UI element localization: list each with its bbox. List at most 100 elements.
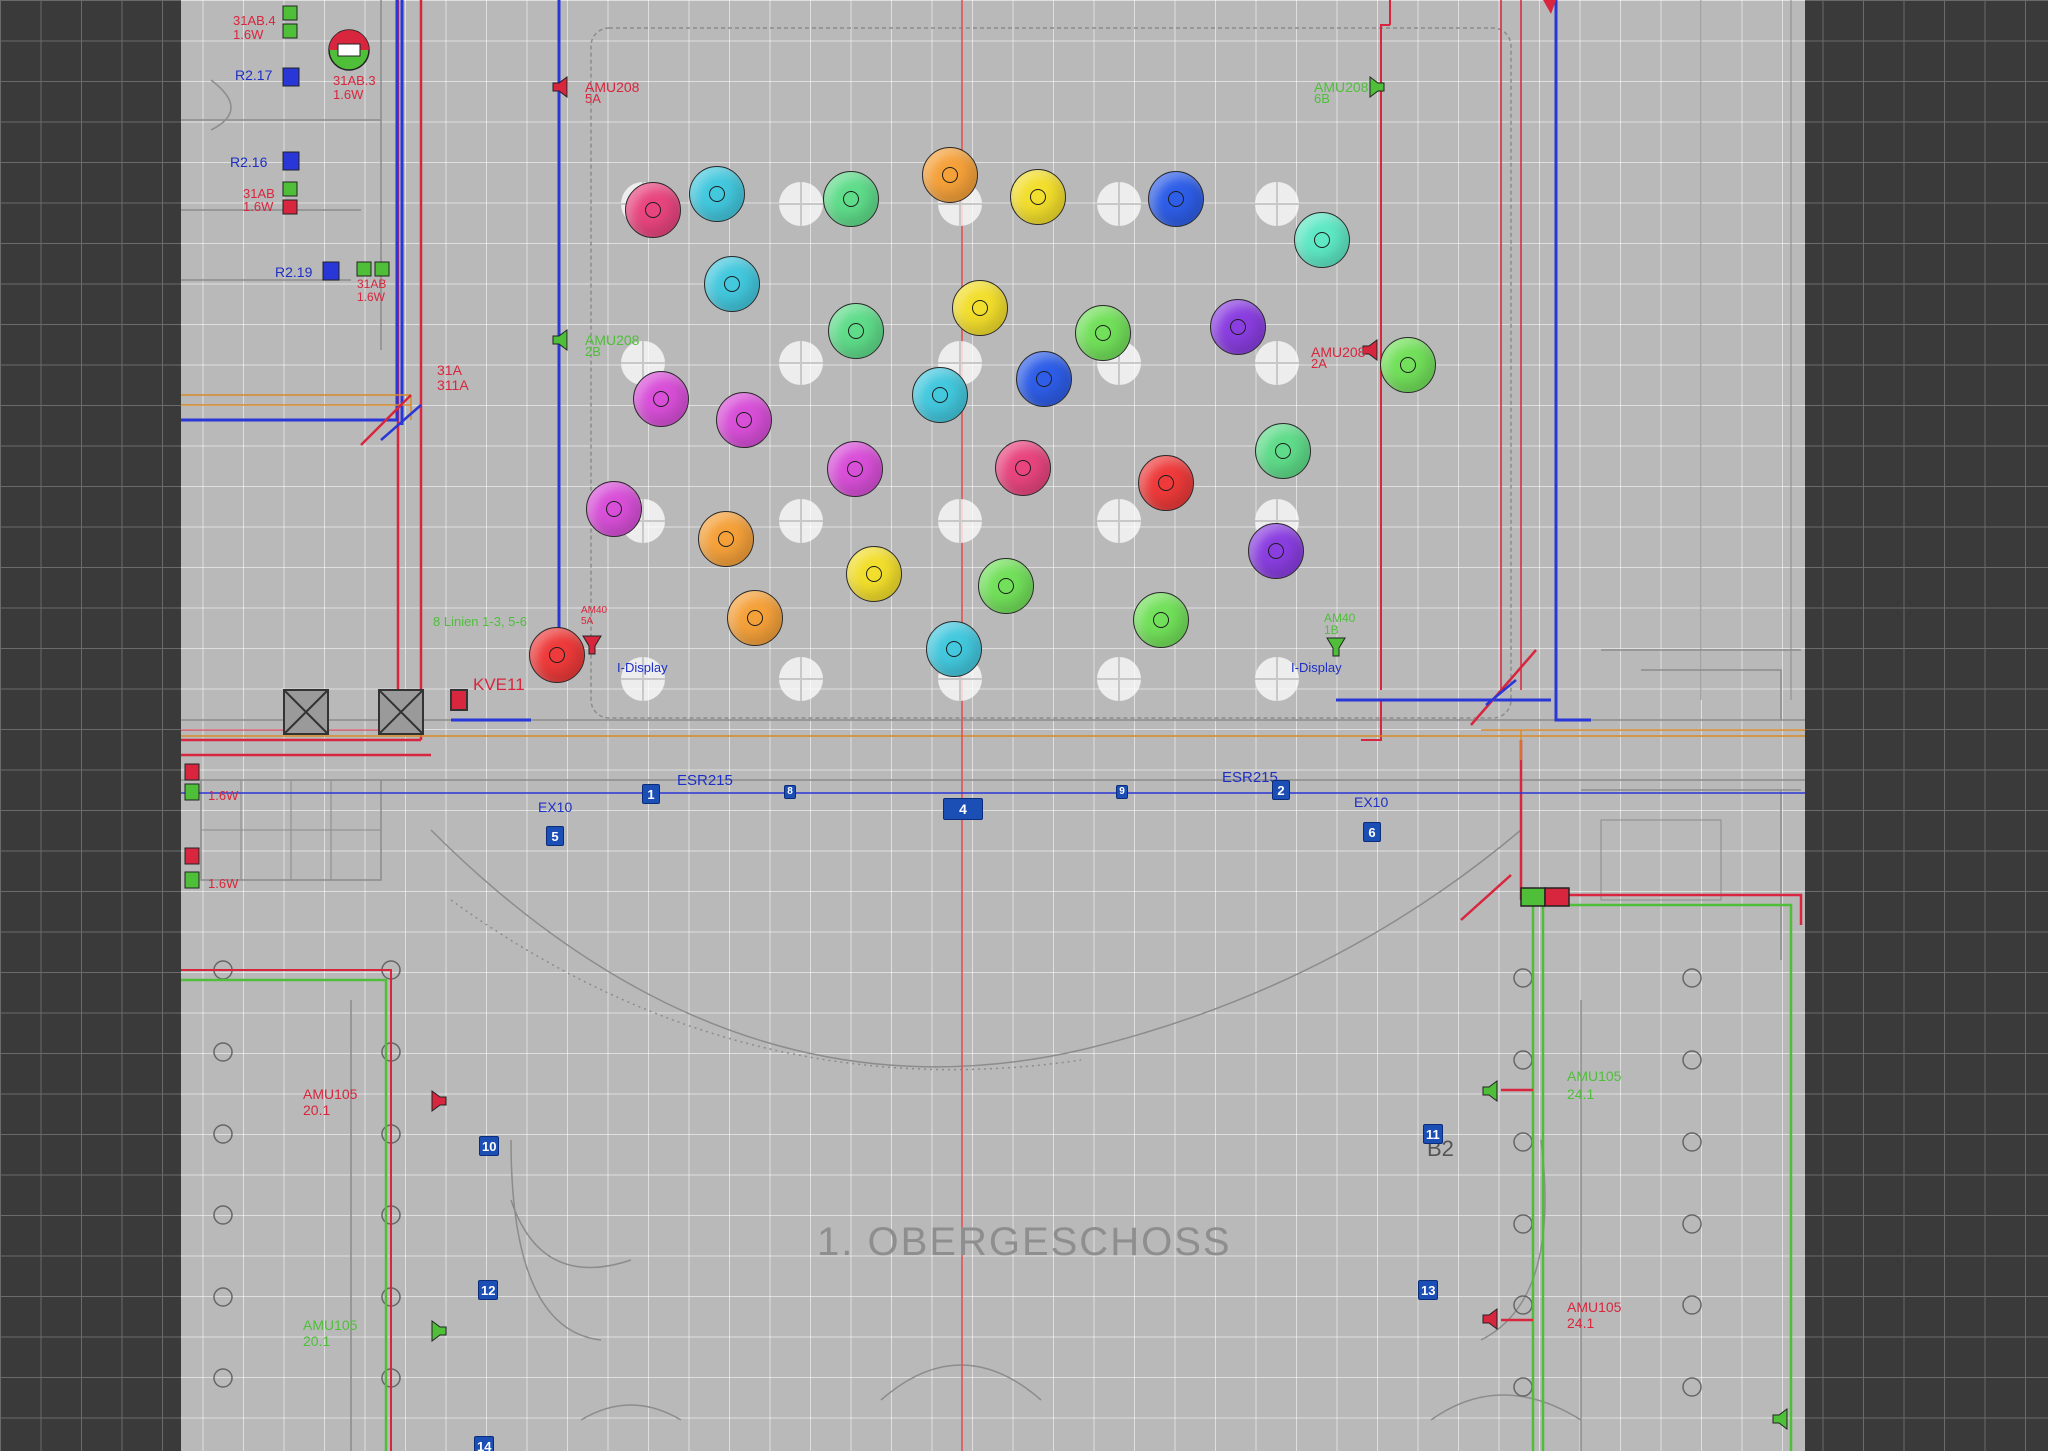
marker-10[interactable]: 10 [479, 1136, 500, 1156]
sensor-bubble-yellow[interactable] [846, 546, 902, 602]
speaker-green-icon [552, 329, 568, 351]
sensor-bubble-red[interactable] [1138, 455, 1194, 511]
marker-1[interactable]: 1 [642, 784, 660, 804]
floor-plan-sheet[interactable]: 31AB.4 1.6W R2.17 31AB.3 1.6W R2.16 31AB… [181, 0, 1805, 1451]
marker-6[interactable]: 6 [1363, 822, 1381, 842]
label-r219: R2.19 [275, 264, 313, 280]
bubble-core [1268, 543, 1284, 559]
sensor-bubble-pink[interactable] [625, 182, 681, 238]
placement-circle [1097, 657, 1141, 701]
marker-13[interactable]: 13 [1418, 1280, 1439, 1300]
marker-12[interactable]: 12 [478, 1280, 499, 1300]
speaker-red-icon [552, 76, 568, 98]
bubble-core [1095, 325, 1111, 341]
bubble-core [1030, 189, 1046, 205]
label-linien: 8 Linien 1-3, 5-6 [433, 614, 527, 629]
sensor-bubble-cyan[interactable] [704, 256, 760, 312]
label-esr215: ESR215 [677, 772, 733, 789]
label-16w: 1.6W [243, 199, 274, 214]
placement-circle [1255, 182, 1299, 226]
sensor-bubble-yellow[interactable] [1010, 169, 1066, 225]
sensor-bubble-lime[interactable] [1133, 592, 1189, 648]
label-1b: 1B [1324, 623, 1339, 637]
label-amu105: AMU105 [303, 1086, 358, 1102]
sensor-bubble-orange[interactable] [922, 147, 978, 203]
bubble-core [1158, 475, 1174, 491]
sensor-bubble-magenta[interactable] [716, 392, 772, 448]
marker-11[interactable]: 11 [1423, 1124, 1443, 1144]
sensor-bubble-blue[interactable] [1016, 351, 1072, 407]
sensor-bubble-magenta[interactable] [586, 481, 642, 537]
sensor-bubble-purple[interactable] [1248, 523, 1304, 579]
label-display: I-Display [617, 660, 668, 675]
marker-8[interactable]: 8 [784, 785, 796, 799]
speaker-red-icon [1482, 1308, 1498, 1330]
bubble-core [847, 461, 863, 477]
marker-4[interactable]: 4 [943, 798, 983, 820]
sensor-bubble-magenta[interactable] [827, 441, 883, 497]
sensor-bubble-yellow[interactable] [952, 280, 1008, 336]
bubble-core [1153, 612, 1169, 628]
horn-green-icon [1326, 637, 1346, 657]
sensor-bubble-lime[interactable] [978, 558, 1034, 614]
label-16w: 1.6W [333, 87, 364, 102]
label-am40: AM40 [581, 605, 608, 616]
bubble-core [736, 412, 752, 428]
placement-circle [1255, 341, 1299, 385]
label-amu105: AMU105 [1567, 1068, 1622, 1084]
label-241: 24.1 [1567, 1315, 1595, 1331]
placement-circle [779, 657, 823, 701]
bubble-core [998, 578, 1014, 594]
bubble-core [866, 566, 882, 582]
sensor-bubble-cyan[interactable] [689, 166, 745, 222]
sensor-bubble-magenta[interactable] [633, 371, 689, 427]
label-16w: 1.6W [208, 788, 239, 803]
marker-2[interactable]: 2 [1272, 780, 1290, 800]
sensor-bubble-blue[interactable] [1148, 171, 1204, 227]
speaker-red-icon [431, 1090, 447, 1112]
label-16w: 1.6W [357, 290, 386, 304]
label-ex10: EX10 [538, 799, 573, 815]
sensor-bubble-cyan[interactable] [912, 367, 968, 423]
sensor-bubble-pink[interactable] [995, 440, 1051, 496]
label-display: I-Display [1291, 660, 1342, 675]
sensor-bubble-lime[interactable] [1380, 337, 1436, 393]
bubble-core [549, 647, 565, 663]
label-ex10: EX10 [1354, 794, 1389, 810]
sensor-bubble-cyan[interactable] [926, 621, 982, 677]
marker-9[interactable]: 9 [1116, 785, 1128, 799]
sensor-bubble-orange[interactable] [727, 590, 783, 646]
label-esr215: ESR215 [1222, 769, 1278, 786]
bubble-core [848, 323, 864, 339]
bubble-core [724, 276, 740, 292]
sensor-bubble-red[interactable] [529, 627, 585, 683]
bubble-core [972, 300, 988, 316]
sensor-bubble-orange[interactable] [698, 511, 754, 567]
marker-14[interactable]: 14 [474, 1436, 495, 1451]
sensor-bubble-teal[interactable] [1294, 212, 1350, 268]
canvas-viewport[interactable]: 31AB.4 1.6W R2.17 31AB.3 1.6W R2.16 31AB… [0, 0, 2048, 1451]
bubble-core [606, 501, 622, 517]
bubble-core [747, 610, 763, 626]
label-311a: 311A [437, 377, 469, 393]
bubble-core [1036, 371, 1052, 387]
sensor-bubble-green[interactable] [1255, 423, 1311, 479]
label-201: 20.1 [303, 1333, 331, 1349]
placement-circle [1097, 182, 1141, 226]
sensor-bubble-lime[interactable] [1075, 305, 1131, 361]
label-amu105: AMU105 [303, 1317, 358, 1333]
sensor-bubble-green[interactable] [823, 171, 879, 227]
placement-circle [938, 499, 982, 543]
sensor-bubble-purple[interactable] [1210, 299, 1266, 355]
placement-circle [779, 499, 823, 543]
label-amu105: AMU105 [1567, 1299, 1622, 1315]
label-16w: 1.6W [208, 876, 239, 891]
label-6b: 6B [1314, 91, 1330, 106]
sensor-bubble-green[interactable] [828, 303, 884, 359]
label-kve11: KVE11 [473, 675, 525, 694]
marker-5[interactable]: 5 [546, 826, 564, 846]
bubble-core [709, 186, 725, 202]
label-16w: 1.6W [233, 27, 264, 42]
bubble-core [946, 641, 962, 657]
placement-circle [779, 341, 823, 385]
